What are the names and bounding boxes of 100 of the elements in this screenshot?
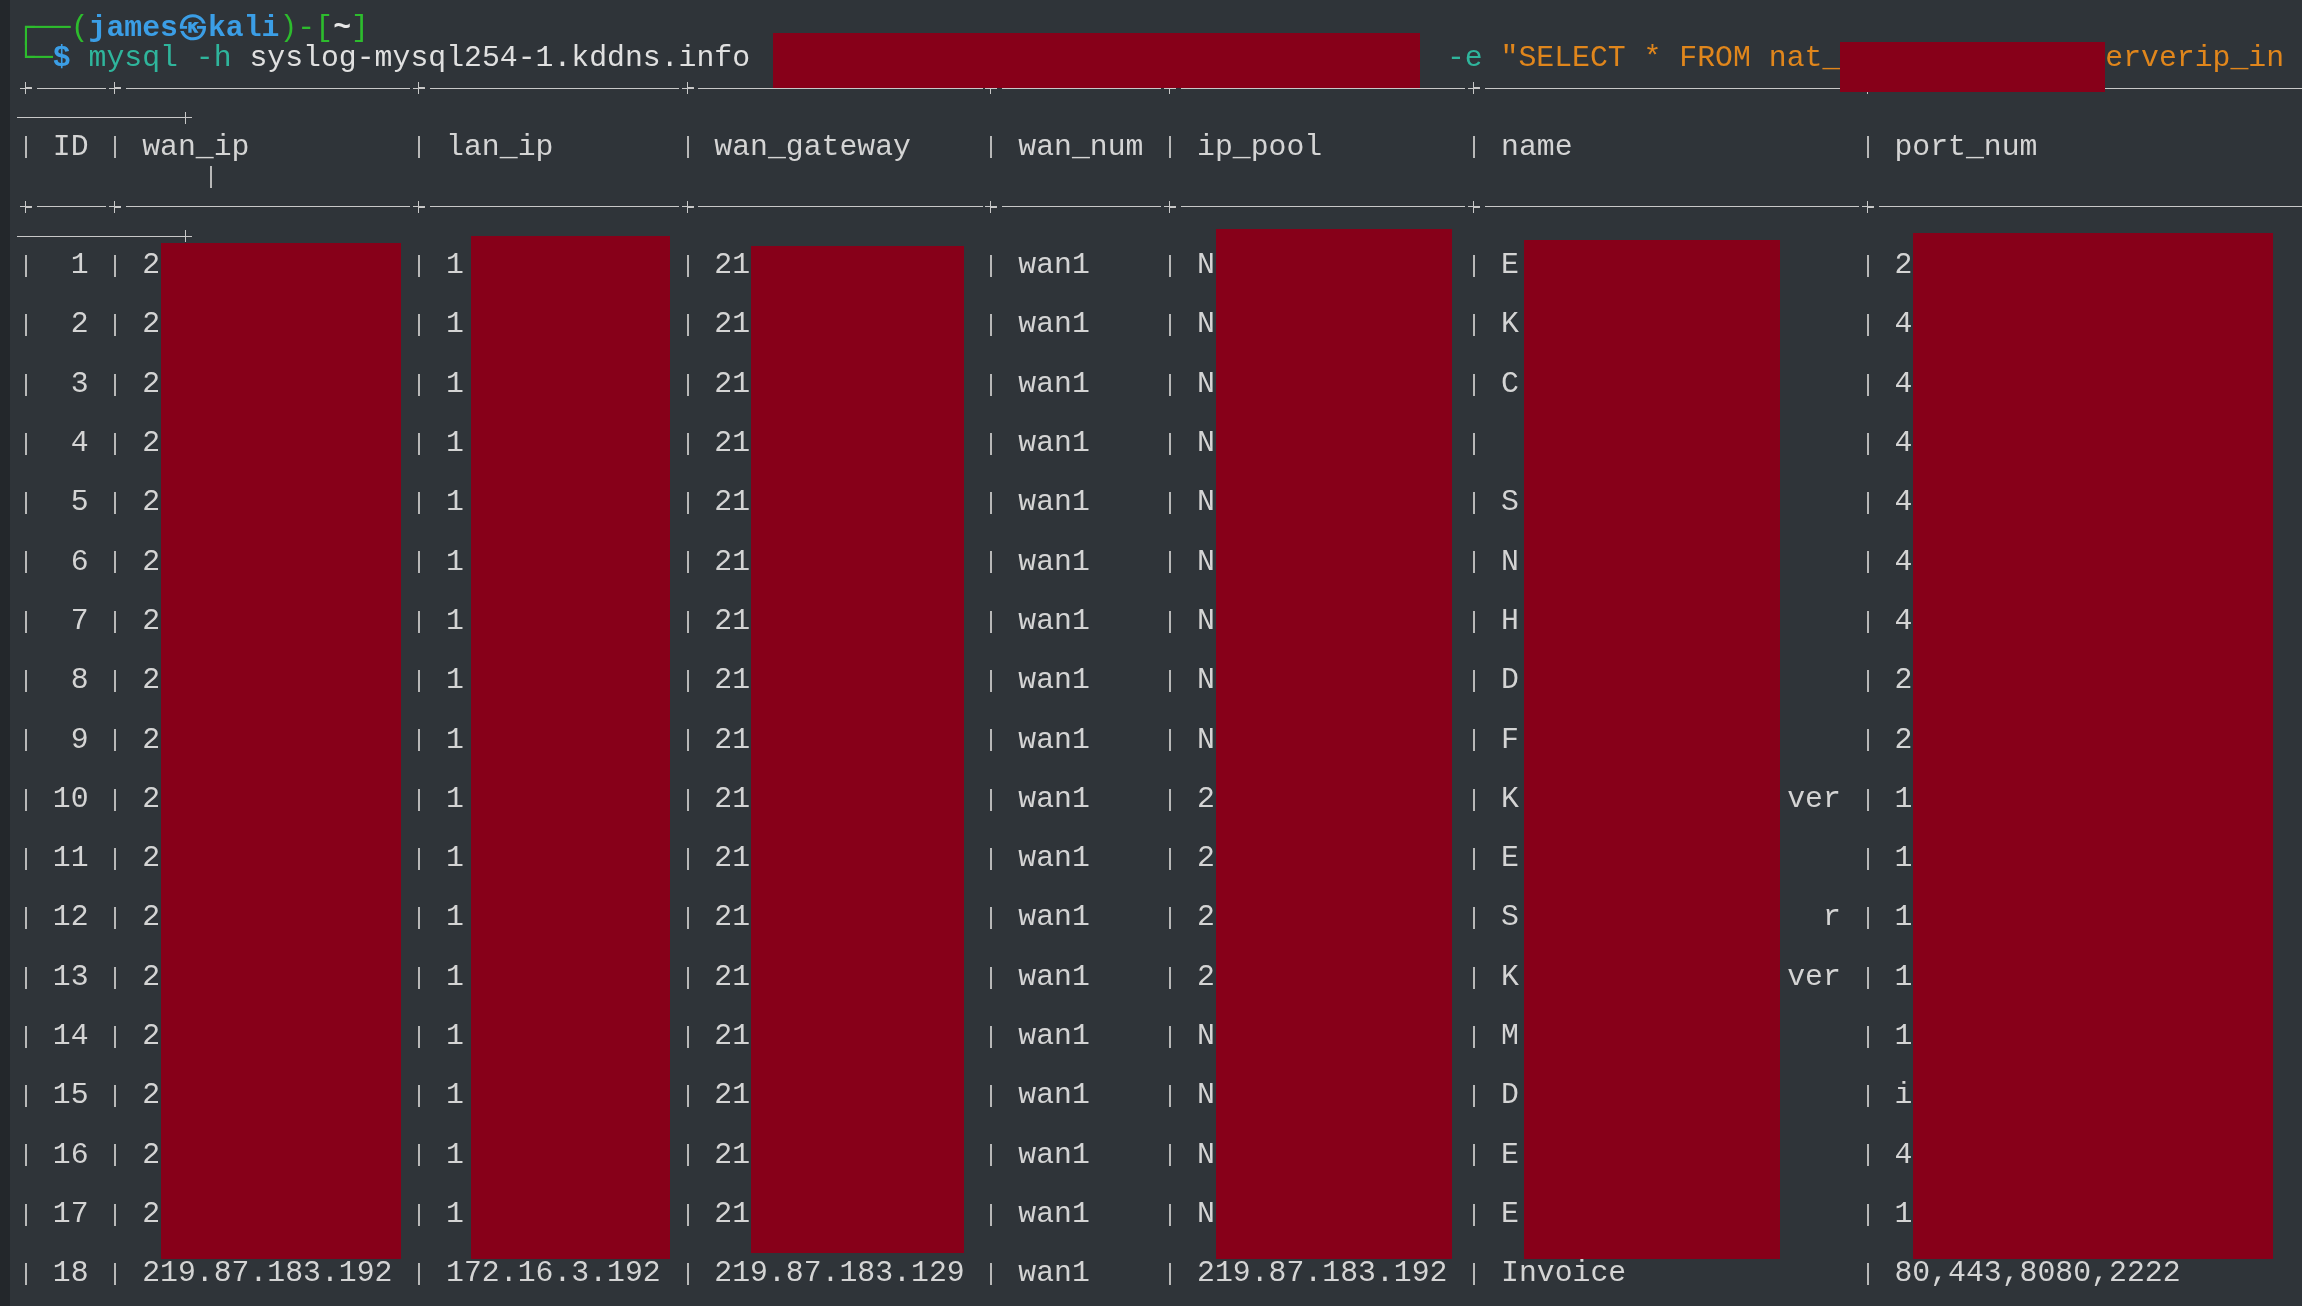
table-cell: 21 [714, 251, 751, 281]
table-cell: i [1894, 1081, 1913, 1111]
table-cell: N [1197, 1081, 1215, 1111]
table-cell: 219.87.183.129 [714, 1259, 965, 1289]
table-cell: 1 [446, 1081, 464, 1111]
table-cell: N [1197, 606, 1215, 637]
table-cell: 21 [714, 1199, 751, 1230]
table-cell: N [1197, 547, 1215, 578]
table-cell: 1 [446, 310, 464, 341]
table-cell: Invoice [1501, 1259, 1627, 1289]
table-cell: 21 [714, 606, 751, 637]
table-cell: 4 [1894, 310, 1913, 341]
table-cell: 1 [446, 1199, 464, 1230]
table-cell: N [1501, 547, 1519, 578]
cell-tail: ver [1787, 962, 1841, 993]
command-argument: syslog-mysql254-1.kddns.info [249, 43, 751, 74]
table-cell: 2 [142, 1081, 161, 1111]
table-cell: 2 [1197, 962, 1215, 993]
table-cell: 15 [52, 1081, 89, 1111]
table-cell: 5 [70, 488, 89, 518]
table-cell: 21 [714, 429, 751, 459]
table-cell: N [1197, 1022, 1215, 1052]
table-cell: 219.87.183.192 [142, 1259, 393, 1289]
table-cell: 1 [1894, 962, 1913, 993]
table-cell: 4 [1894, 547, 1913, 578]
command-string: "SELECT * FROM nat_ [1500, 43, 1841, 74]
table-cell: 16 [52, 1140, 89, 1171]
table-cell: 1 [70, 251, 89, 281]
table-cell: 1 [1894, 784, 1913, 815]
table-cell: 2 [1197, 784, 1215, 815]
table-cell: 2 [142, 784, 161, 815]
command-option: -h [195, 43, 232, 74]
column-header: wan_gateway [714, 132, 911, 163]
table-cell: 21 [714, 784, 751, 815]
table-cell: 6 [70, 547, 89, 578]
table-cell: 17 [52, 1199, 89, 1230]
table-cell: 2 [1197, 903, 1215, 934]
table-cell: wan1 [1018, 429, 1090, 459]
prompt-user: james㉿kali [88, 14, 280, 44]
column-header: lan_ip [446, 132, 554, 163]
table-cell: 2 [142, 547, 161, 578]
table-cell: wan1 [1018, 1140, 1090, 1171]
table-cell: N [1197, 488, 1215, 518]
table-cell: 2 [142, 962, 161, 993]
prompt-path: ~ [333, 14, 351, 44]
table-cell: 1 [1894, 1022, 1913, 1052]
table-cell: 2 [1197, 844, 1215, 874]
table-cell: 21 [714, 666, 751, 696]
column-header: ID [52, 132, 89, 163]
table-cell: 1 [446, 844, 464, 874]
table-cell: 21 [714, 547, 751, 578]
table-cell: 1 [446, 1022, 464, 1052]
command-option: -e [1446, 43, 1483, 74]
table-cell: S [1501, 488, 1519, 518]
table-cell: N [1197, 429, 1215, 459]
table-cell: 1 [446, 488, 464, 518]
table-cell: 1 [1894, 903, 1913, 934]
table-cell: 2 [1894, 251, 1913, 281]
table-cell: E [1501, 844, 1519, 874]
column-header: port_num [1894, 132, 2038, 163]
table-cell: 4 [70, 429, 89, 459]
table-cell: 13 [52, 962, 89, 993]
table-cell: 1 [446, 606, 464, 637]
table-cell: 2 [1894, 725, 1913, 756]
table-cell: N [1197, 725, 1215, 756]
column-header: name [1501, 132, 1573, 163]
table-cell: 2 [142, 666, 161, 696]
table-cell: S [1501, 903, 1519, 934]
table-cell: 4 [1894, 606, 1913, 637]
table-cell: wan1 [1018, 903, 1090, 934]
table-cell: C [1501, 369, 1519, 400]
table-cell: E [1501, 251, 1519, 281]
table-cell: 2 [142, 725, 161, 756]
table-cell: 18 [52, 1259, 89, 1289]
table-cell: 2 [142, 844, 161, 874]
table-cell: 2 [142, 251, 161, 281]
table-cell: 80,443,8080,2222 [1894, 1259, 2181, 1289]
command-text: mysql [88, 43, 178, 74]
table-cell: 21 [714, 903, 751, 934]
table-cell: wan1 [1018, 1259, 1090, 1289]
table-cell: 2 [142, 429, 161, 459]
cell-tail: r [1822, 903, 1841, 934]
table-cell: N [1197, 251, 1215, 281]
table-cell: 14 [52, 1022, 89, 1052]
table-cell: 1 [1894, 844, 1913, 874]
command-string: erverip_in [2105, 43, 2285, 74]
table-cell: 2 [142, 1022, 161, 1052]
column-header: ip_pool [1197, 132, 1323, 163]
table-cell: 9 [70, 725, 89, 756]
table-cell: 1 [446, 725, 464, 756]
table-cell: N [1197, 1140, 1215, 1171]
table-cell: 1 [446, 251, 464, 281]
table-cell: 2 [142, 310, 161, 341]
table-cell: 4 [1894, 429, 1913, 459]
prompt-frame: ] [351, 14, 369, 44]
table-cell: 1 [446, 369, 464, 400]
table-cell: N [1197, 666, 1215, 696]
table-cell: wan1 [1018, 725, 1090, 756]
table-cell: 1 [446, 547, 464, 578]
table-cell: wan1 [1018, 1199, 1090, 1230]
